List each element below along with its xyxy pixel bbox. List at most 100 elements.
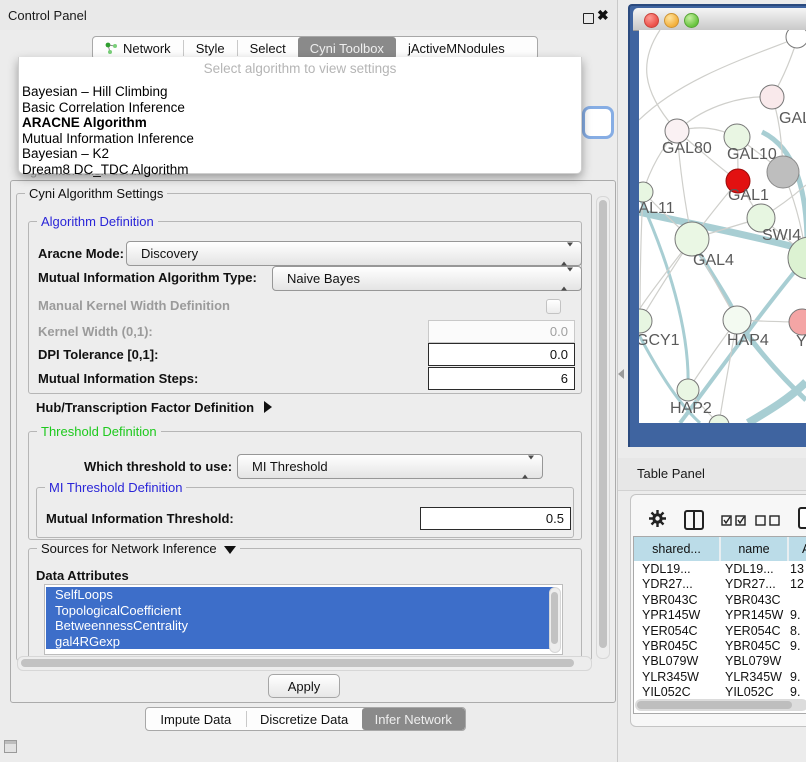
node-hap4[interactable] (723, 306, 751, 334)
node-hap2[interactable] (677, 379, 699, 401)
close-window-icon[interactable]: ✖ (597, 7, 609, 24)
node-salmon[interactable] (789, 309, 806, 335)
table-cell[interactable]: 9. (790, 639, 806, 654)
select-all-columns-icon[interactable] (721, 514, 747, 529)
settings-vertical-scrollbar-thumb[interactable] (599, 200, 607, 648)
table-cell[interactable]: YER054C (642, 624, 720, 639)
node-gal[interactable] (760, 85, 784, 109)
collapse-left-icon[interactable] (618, 369, 624, 379)
table-row[interactable]: YDL19... YDL19... 13 (634, 562, 806, 577)
node-gal11[interactable] (639, 182, 653, 202)
sources-group-toggle[interactable]: Sources for Network Inference (37, 541, 240, 556)
gear-icon[interactable] (648, 509, 667, 531)
algorithm-option[interactable]: Dream8 DC_TDC Algorithm (19, 162, 582, 178)
table-cell[interactable]: YDR27... (642, 577, 720, 592)
node-gcy1[interactable] (639, 309, 652, 333)
table-cell[interactable]: YBR045C (725, 639, 787, 654)
data-attributes-label: Data Attributes (36, 568, 129, 584)
table-cell[interactable] (790, 654, 806, 669)
table-cell[interactable]: 8. (790, 624, 806, 639)
list-scrollbar-thumb[interactable] (551, 592, 558, 644)
panel-divider[interactable] (617, 0, 618, 762)
list-item-selected[interactable]: SelfLoops (46, 587, 555, 603)
table-horizontal-scrollbar-thumb[interactable] (637, 701, 792, 709)
table-row[interactable]: YBR045C YBR045C 9. (634, 639, 806, 654)
kernel-width-field[interactable]: 0.0 (428, 320, 575, 343)
mi-type-label: Mutual Information Algorithm Type: (38, 270, 257, 286)
algorithm-option[interactable]: Bayesian – K2 (19, 146, 582, 162)
table-cell[interactable] (790, 593, 806, 608)
tab-network[interactable]: Network (93, 37, 183, 59)
columns-icon[interactable] (684, 510, 704, 530)
tab-impute-data[interactable]: Impute Data (146, 708, 246, 730)
table-cell[interactable]: 13 (790, 562, 806, 577)
mi-steps-field[interactable]: 6 (428, 367, 575, 390)
tab-select[interactable]: Select (238, 37, 298, 59)
column-header-name[interactable]: name (721, 537, 789, 561)
table-cell[interactable]: YDL19... (725, 562, 787, 577)
aracne-mode-combo[interactable]: Discovery (126, 241, 582, 266)
table-cell[interactable]: YBR043C (642, 593, 720, 608)
list-item-selected[interactable]: TopologicalCoefficient (46, 603, 555, 619)
network-window-titlebar[interactable] (633, 8, 806, 31)
deselect-all-columns-icon[interactable] (755, 514, 781, 529)
hub-definition-toggle[interactable]: Hub/Transcription Factor Definition (36, 400, 272, 416)
partial-toolbar-icon[interactable] (798, 507, 806, 529)
tab-infer-network[interactable]: Infer Network (362, 708, 465, 730)
table-row[interactable]: YDR27... YDR27... 12 (634, 577, 806, 592)
algorithm-option[interactable]: Basic Correlation Inference (19, 100, 582, 116)
tab-discretize-data[interactable]: Discretize Data (247, 708, 362, 730)
column-header-partial[interactable]: A (789, 537, 806, 561)
settings-vertical-scrollbar[interactable] (596, 196, 610, 659)
list-item-selected[interactable]: BetweennessCentrality (46, 618, 555, 634)
table-cell[interactable]: YPR145W (725, 608, 787, 623)
table-row[interactable]: YPR145W YPR145W 9. (634, 608, 806, 623)
manual-kernel-checkbox[interactable] (546, 299, 561, 314)
table-cell[interactable]: YLR345W (725, 670, 787, 685)
dpi-tolerance-field[interactable]: 0.0 (428, 343, 575, 366)
table-row[interactable]: YBR043C YBR043C (634, 593, 806, 608)
table-cell[interactable]: YDR27... (725, 577, 787, 592)
table-cell[interactable]: YPR145W (642, 608, 720, 623)
algorithm-option[interactable]: Mutual Information Inference (19, 131, 582, 147)
window-close-icon[interactable] (644, 13, 659, 28)
tab-style[interactable]: Style (184, 37, 237, 59)
table-cell[interactable]: YBR045C (642, 639, 720, 654)
table-row[interactable]: YBL079W YBL079W (634, 654, 806, 669)
table-cell[interactable]: YBL079W (642, 654, 720, 669)
table-row[interactable]: YER054C YER054C 8. (634, 624, 806, 639)
algorithm-option[interactable]: Bayesian – Hill Climbing (19, 84, 582, 100)
table-horizontal-scrollbar[interactable] (635, 699, 806, 711)
list-scrollbar[interactable] (549, 587, 561, 653)
node-gal4[interactable] (675, 222, 709, 256)
column-header-shared[interactable]: shared... (634, 537, 721, 561)
algorithm-option-highlighted[interactable]: ARACNE Algorithm (19, 115, 582, 131)
table-cell[interactable]: YDL19... (642, 562, 720, 577)
table-cell[interactable]: YER054C (725, 624, 787, 639)
focused-combo-fragment[interactable] (582, 106, 614, 139)
settings-horizontal-scrollbar[interactable] (17, 656, 592, 671)
tab-jactivemnodules[interactable]: jActiveMNodules (396, 37, 517, 59)
float-window-icon[interactable] (583, 13, 594, 24)
window-zoom-icon[interactable] (684, 13, 699, 28)
which-threshold-combo[interactable]: MI Threshold (237, 454, 543, 479)
mi-threshold-field[interactable]: 0.5 (420, 507, 571, 530)
bottom-tabbar: Impute Data Discretize Data Infer Networ… (145, 707, 466, 731)
table-cell[interactable]: YBR043C (725, 593, 787, 608)
table-row[interactable]: YLR345W YLR345W 9. (634, 670, 806, 685)
node-unlabeled[interactable] (786, 30, 806, 48)
mi-type-combo[interactable]: Naive Bayes (272, 266, 582, 291)
table-cell[interactable]: YLR345W (642, 670, 720, 685)
tab-cyni-toolbox[interactable]: Cyni Toolbox (298, 37, 396, 59)
settings-horizontal-scrollbar-thumb[interactable] (21, 659, 574, 667)
network-canvas[interactable]: GAL GAL80 GAL10 GAL1 GAL11 SWI4 GAL4 GCY… (639, 30, 806, 423)
table-cell[interactable]: 9. (790, 608, 806, 623)
window-minimize-icon[interactable] (664, 13, 679, 28)
list-item-selected[interactable]: gal4RGexp (46, 634, 555, 650)
mini-panel-icon[interactable] (4, 740, 17, 753)
apply-button[interactable]: Apply (268, 674, 340, 698)
table-cell[interactable]: 9. (790, 670, 806, 685)
hub-definition-label: Hub/Transcription Factor Definition (36, 400, 254, 415)
table-cell[interactable]: 12 (790, 577, 806, 592)
table-cell[interactable]: YBL079W (725, 654, 787, 669)
